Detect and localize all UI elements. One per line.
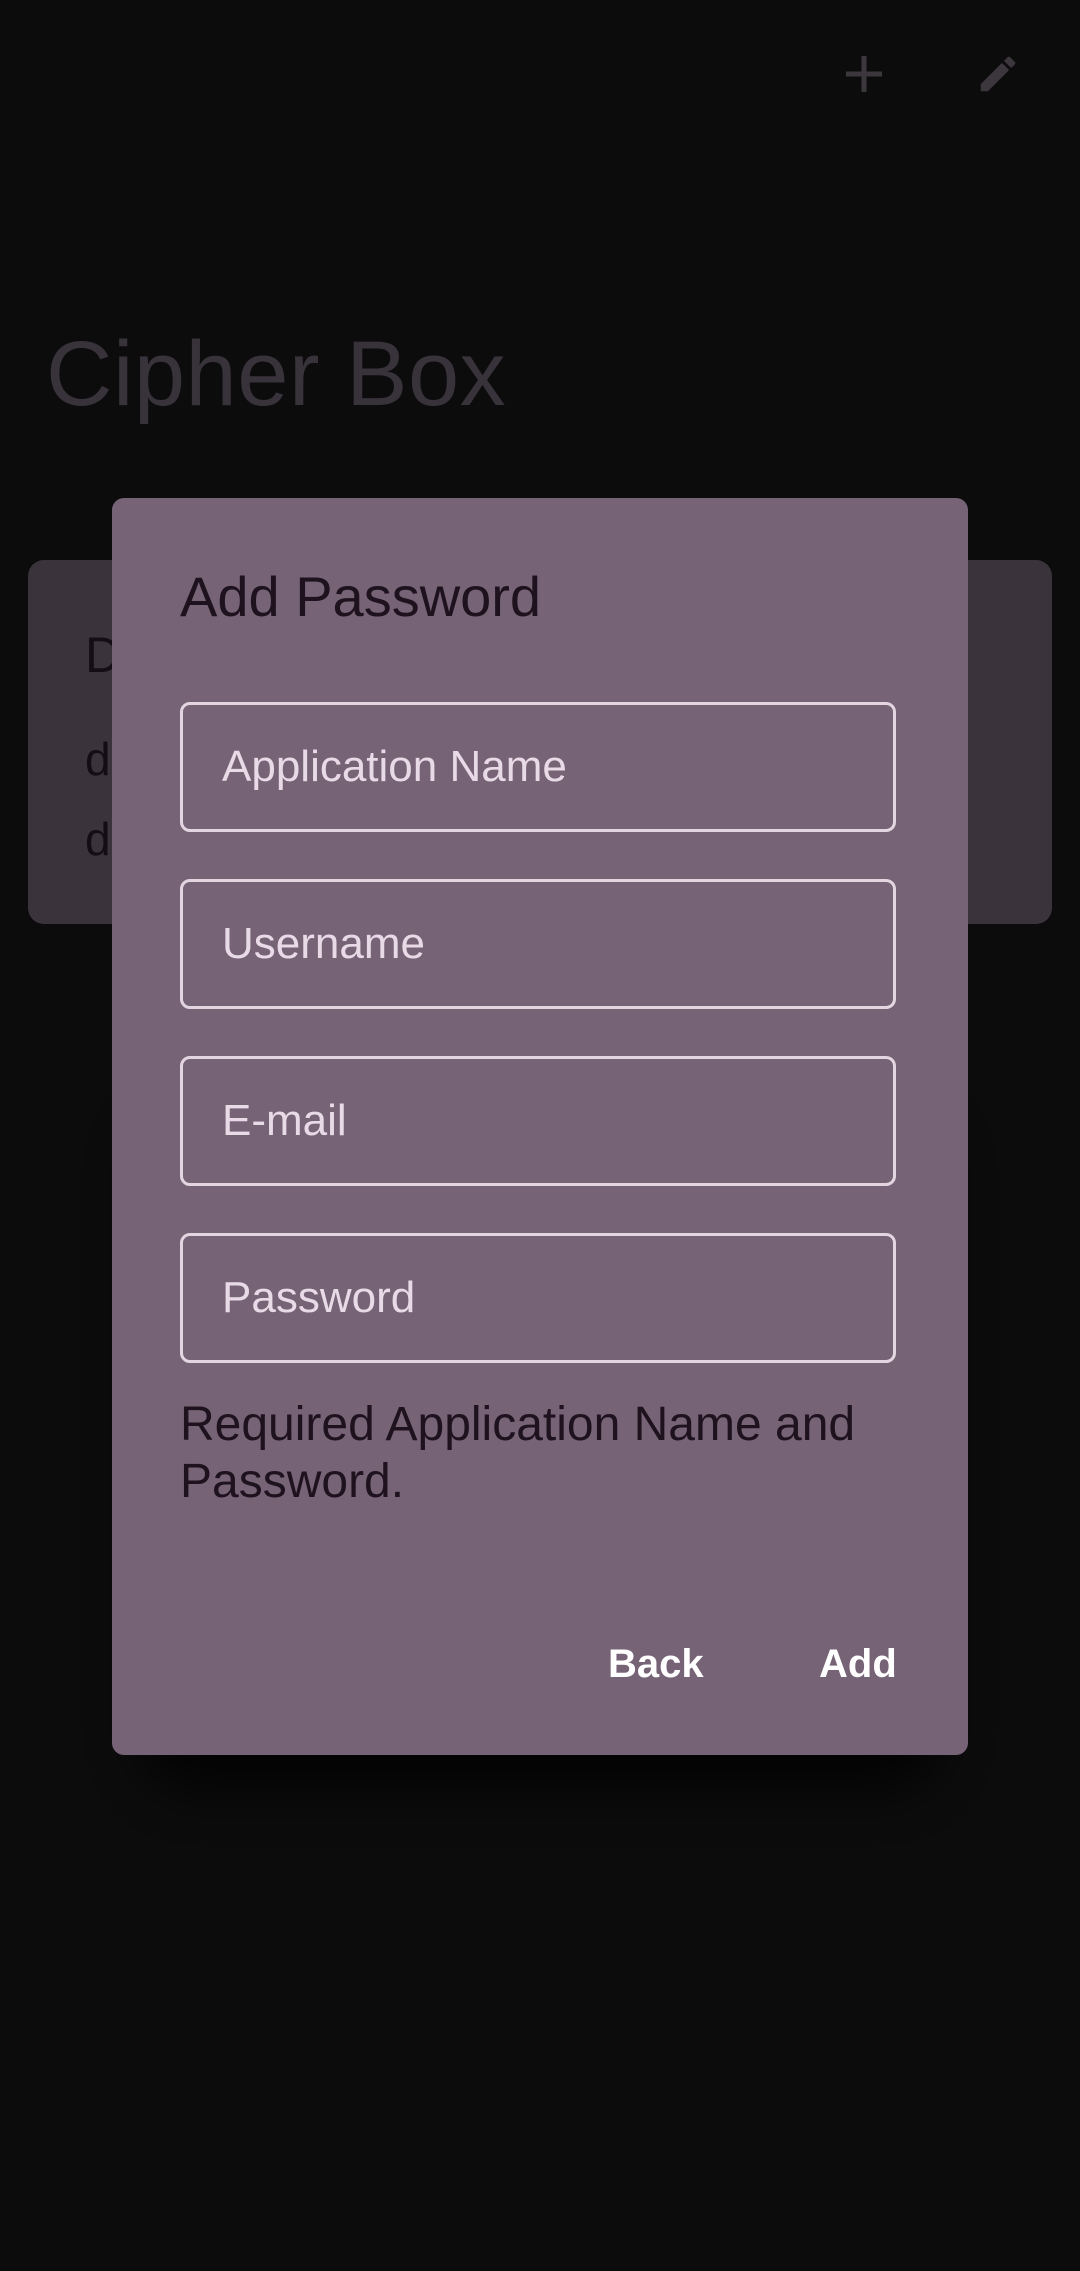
email-field[interactable] — [180, 1056, 896, 1186]
email-input[interactable] — [222, 1096, 893, 1146]
password-field[interactable] — [180, 1233, 896, 1363]
password-input[interactable] — [222, 1273, 893, 1323]
username-input[interactable] — [222, 919, 893, 969]
pencil-icon — [980, 56, 1016, 92]
application-name-input[interactable] — [222, 742, 893, 792]
plus-icon — [846, 56, 882, 92]
username-field[interactable] — [180, 879, 896, 1009]
entry-detail: d — [85, 813, 111, 865]
add-button[interactable]: Add — [807, 1628, 909, 1700]
edit-button[interactable] — [958, 40, 1038, 108]
validation-message: Required Application Name and Password. — [180, 1398, 856, 1508]
page-title: Cipher Box — [46, 323, 507, 425]
dialog-title: Add Password — [180, 565, 542, 628]
add-entry-button[interactable] — [824, 40, 904, 108]
application-name-field[interactable] — [180, 702, 896, 832]
entry-detail: d — [85, 733, 111, 785]
back-button[interactable]: Back — [596, 1628, 716, 1700]
add-password-dialog: Add Password Required Application Name a… — [112, 498, 968, 1755]
